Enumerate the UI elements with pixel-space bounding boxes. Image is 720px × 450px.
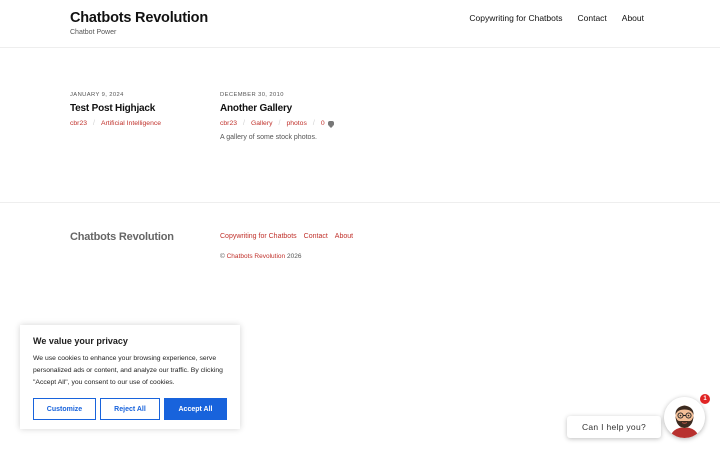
footer-link-contact[interactable]: Contact: [304, 233, 328, 240]
footer-copyright: © Chatbots Revolution 2026: [220, 253, 301, 260]
post-category-link[interactable]: photos: [286, 120, 306, 127]
chat-notification-badge: 1: [700, 394, 710, 404]
copyright-year: 2026: [286, 253, 302, 260]
post-comments-link[interactable]: 0: [321, 120, 325, 127]
post-author-link[interactable]: cbr23: [220, 120, 237, 127]
site-tagline: Chatbot Power: [70, 29, 117, 36]
copyright-symbol: ©: [220, 253, 225, 260]
chat-avatar-button[interactable]: [664, 397, 705, 438]
footer-nav: Copywriting for Chatbots Contact About: [220, 233, 353, 240]
post-excerpt: A gallery of some stock photos.: [220, 134, 317, 141]
bearded-man-avatar-icon: [664, 397, 705, 438]
accept-all-button[interactable]: Accept All: [164, 398, 227, 420]
cookie-title: We value your privacy: [33, 336, 128, 346]
meta-separator: /: [243, 120, 245, 127]
nav-link-contact[interactable]: Contact: [577, 13, 606, 23]
cookie-buttons: Customize Reject All Accept All: [33, 398, 227, 420]
chat-prompt-bubble[interactable]: Can I help you?: [567, 416, 661, 438]
post-author-link[interactable]: cbr23: [70, 120, 87, 127]
post-category-link[interactable]: Artificial Intelligence: [101, 120, 161, 127]
customize-button[interactable]: Customize: [33, 398, 96, 420]
reject-all-button[interactable]: Reject All: [100, 398, 160, 420]
post-card: December 30, 2010 Another Gallery cbr23 …: [220, 92, 360, 141]
cookie-consent-banner: We value your privacy We use cookies to …: [20, 325, 240, 429]
cookie-description: We use cookies to enhance your browsing …: [33, 355, 223, 386]
footer-link-copywriting[interactable]: Copywriting for Chatbots: [220, 233, 297, 240]
footer-site-title[interactable]: Chatbots Revolution: [70, 231, 174, 243]
site-header: Chatbots Revolution Chatbot Power Copywr…: [0, 0, 720, 48]
post-date: January 9, 2024: [70, 92, 124, 98]
site-title[interactable]: Chatbots Revolution: [70, 10, 208, 26]
meta-separator: /: [312, 120, 315, 127]
main-nav: Copywriting for Chatbots Contact About: [469, 13, 644, 23]
meta-separator: /: [93, 120, 95, 127]
post-category-link[interactable]: Gallery: [251, 120, 273, 127]
nav-link-about[interactable]: About: [622, 13, 644, 23]
post-meta: cbr23 / Artificial Intelligence: [70, 120, 210, 127]
comment-icon: [327, 121, 334, 128]
post-date: December 30, 2010: [220, 92, 284, 98]
post-card: January 9, 2024 Test Post Highjack cbr23…: [70, 92, 210, 127]
meta-separator: /: [278, 120, 281, 127]
post-title[interactable]: Another Gallery: [220, 103, 360, 114]
nav-link-copywriting[interactable]: Copywriting for Chatbots: [469, 13, 562, 23]
post-title[interactable]: Test Post Highjack: [70, 103, 210, 114]
copyright-site-link[interactable]: Chatbots Revolution: [227, 253, 286, 260]
footer-link-about[interactable]: About: [335, 233, 353, 240]
post-meta: cbr23 / Gallery / photos / 0: [220, 120, 360, 128]
